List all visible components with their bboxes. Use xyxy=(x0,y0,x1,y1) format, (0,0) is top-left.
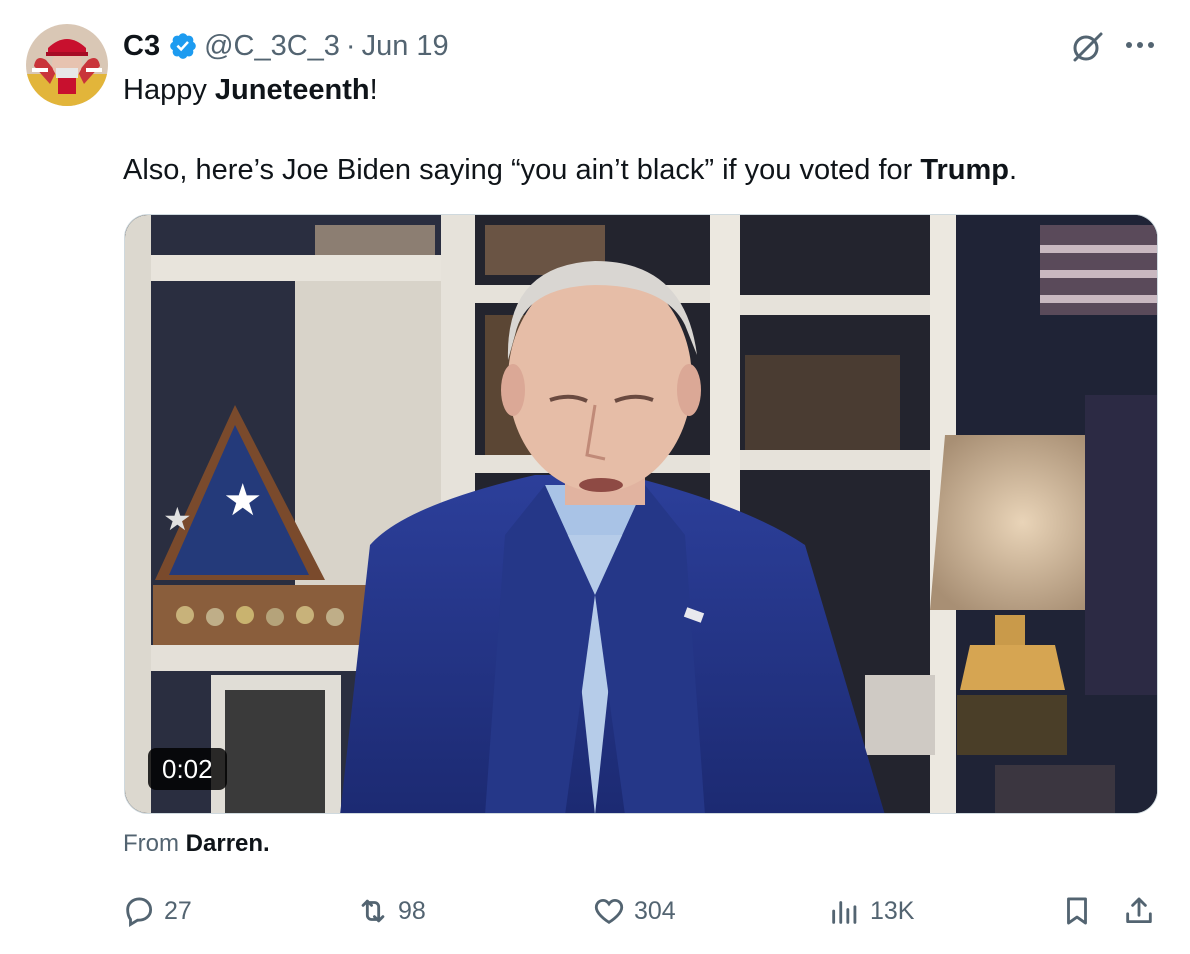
reply-button[interactable]: 27 xyxy=(122,888,192,934)
separator-dot: · xyxy=(345,29,356,62)
svg-text:★: ★ xyxy=(223,475,262,526)
views-count: 13K xyxy=(870,896,915,925)
text-segment: . xyxy=(1009,154,1018,186)
video-source: From Darren. xyxy=(123,830,270,858)
heart-icon xyxy=(594,898,624,924)
share-icon xyxy=(1126,897,1152,924)
text-segment: Happy xyxy=(123,74,215,106)
svg-text:★: ★ xyxy=(163,500,192,538)
text-bold-juneteenth: Juneteenth xyxy=(214,74,370,106)
tweet-date[interactable]: Jun 19 xyxy=(362,30,449,63)
bookmark-button[interactable] xyxy=(1060,888,1094,934)
tweet-text-line-1: Happy Juneteenth! xyxy=(123,72,378,108)
views-button[interactable]: 13K xyxy=(828,888,914,934)
repost-count: 98 xyxy=(398,896,426,925)
source-name[interactable]: Darren. xyxy=(186,830,270,857)
tweet: C3 @C_3C_3 · Jun 19 Happy Juneteenth! Al… xyxy=(0,0,1190,954)
repost-button[interactable]: 98 xyxy=(356,888,426,934)
display-name[interactable]: C3 xyxy=(123,30,160,63)
repost-icon xyxy=(361,899,385,923)
bookmark-icon xyxy=(1067,897,1087,925)
video-frame: ★ ★ xyxy=(125,215,1157,813)
reply-icon xyxy=(126,897,153,927)
verified-badge-icon xyxy=(170,33,196,59)
like-button[interactable]: 304 xyxy=(592,888,676,934)
source-prefix: From xyxy=(123,830,186,857)
text-segment: Also, here’s Joe Biden saying “you ain’t… xyxy=(123,154,921,186)
tweet-header: C3 @C_3C_3 · Jun 19 xyxy=(123,28,449,64)
action-bar: 27 98 304 13K xyxy=(0,888,1190,934)
video-duration-badge: 0:02 xyxy=(148,748,227,790)
reply-count: 27 xyxy=(164,896,192,925)
text-bold-trump: Trump xyxy=(920,154,1010,186)
grok-icon[interactable] xyxy=(1068,28,1106,66)
views-icon xyxy=(832,901,857,924)
video-player[interactable]: ★ ★ xyxy=(124,214,1158,814)
user-handle[interactable]: @C_3C_3 xyxy=(204,30,340,63)
tweet-text-line-2: Also, here’s Joe Biden saying “you ain’t… xyxy=(123,152,1017,188)
share-button[interactable] xyxy=(1122,888,1156,934)
text-segment: ! xyxy=(369,74,378,106)
avatar[interactable] xyxy=(26,24,108,106)
like-count: 304 xyxy=(634,896,676,925)
more-icon[interactable] xyxy=(1122,30,1158,60)
